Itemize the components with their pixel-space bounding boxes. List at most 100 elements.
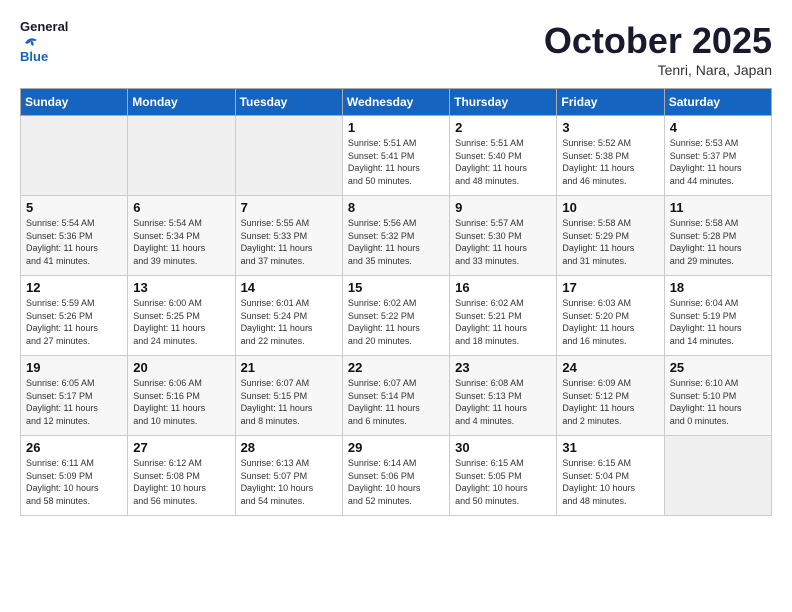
day-info: Sunrise: 6:02 AM Sunset: 5:22 PM Dayligh… — [348, 297, 444, 347]
calendar-cell: 19 Sunrise: 6:05 AM Sunset: 5:17 PM Dayli… — [21, 356, 128, 436]
day-info: Sunrise: 6:06 AM Sunset: 5:16 PM Dayligh… — [133, 377, 229, 427]
day-number: 2 — [455, 120, 551, 135]
weekday-header: Tuesday — [235, 89, 342, 116]
day-info: Sunrise: 6:08 AM Sunset: 5:13 PM Dayligh… — [455, 377, 551, 427]
day-info: Sunrise: 5:58 AM Sunset: 5:29 PM Dayligh… — [562, 217, 658, 267]
calendar-cell — [21, 116, 128, 196]
day-info: Sunrise: 6:03 AM Sunset: 5:20 PM Dayligh… — [562, 297, 658, 347]
calendar-cell: 25Sunrise: 6:10 AM Sunset: 5:10 PM Dayli… — [664, 356, 771, 436]
day-info: Sunrise: 6:01 AM Sunset: 5:24 PM Dayligh… — [241, 297, 337, 347]
day-info: Sunrise: 6:10 AM Sunset: 5:10 PM Dayligh… — [670, 377, 766, 427]
day-info: Sunrise: 5:59 AM Sunset: 5:26 PM Dayligh… — [26, 297, 122, 347]
day-number: 19 — [26, 360, 122, 375]
day-info: Sunrise: 6:05 AM Sunset: 5:17 PM Dayligh… — [26, 377, 122, 427]
day-info: Sunrise: 6:12 AM Sunset: 5:08 PM Dayligh… — [133, 457, 229, 507]
day-number: 5 — [26, 200, 122, 215]
calendar-cell: 12 Sunrise: 5:59 AM Sunset: 5:26 PM Dayli… — [21, 276, 128, 356]
calendar-cell: 6Sunrise: 5:54 AM Sunset: 5:34 PM Daylig… — [128, 196, 235, 276]
calendar-cell: 4 Sunrise: 5:53 AM Sunset: 5:37 PM Daylig… — [664, 116, 771, 196]
calendar-cell: 13 Sunrise: 6:00 AM Sunset: 5:25 PM Dayli… — [128, 276, 235, 356]
day-info: Sunrise: 5:51 AM Sunset: 5:40 PM Dayligh… — [455, 137, 551, 187]
day-info: Sunrise: 5:58 AM Sunset: 5:28 PM Dayligh… — [670, 217, 766, 267]
location: Tenri, Nara, Japan — [544, 62, 772, 78]
day-number: 17 — [562, 280, 658, 295]
day-info: Sunrise: 5:51 AM Sunset: 5:41 PM Dayligh… — [348, 137, 444, 187]
calendar-header-row: SundayMondayTuesdayWednesdayThursdayFrid… — [21, 89, 772, 116]
day-info: Sunrise: 6:00 AM Sunset: 5:25 PM Dayligh… — [133, 297, 229, 347]
weekday-header: Sunday — [21, 89, 128, 116]
day-number: 9 — [455, 200, 551, 215]
day-number: 7 — [241, 200, 337, 215]
calendar-week-row: 19 Sunrise: 6:05 AM Sunset: 5:17 PM Dayli… — [21, 356, 772, 436]
day-number: 13 — [133, 280, 229, 295]
calendar-body: 1 Sunrise: 5:51 AM Sunset: 5:41 PM Daylig… — [21, 116, 772, 516]
day-number: 24 — [562, 360, 658, 375]
calendar-cell: 3Sunrise: 5:52 AM Sunset: 5:38 PM Daylig… — [557, 116, 664, 196]
day-number: 27 — [133, 440, 229, 455]
calendar-cell: 28Sunrise: 6:13 AM Sunset: 5:07 PM Dayli… — [235, 436, 342, 516]
day-info: Sunrise: 5:57 AM Sunset: 5:30 PM Dayligh… — [455, 217, 551, 267]
calendar-table: SundayMondayTuesdayWednesdayThursdayFrid… — [20, 88, 772, 516]
calendar-cell: 16 Sunrise: 6:02 AM Sunset: 5:21 PM Dayli… — [450, 276, 557, 356]
day-number: 16 — [455, 280, 551, 295]
calendar-cell: 5 Sunrise: 5:54 AM Sunset: 5:36 PM Daylig… — [21, 196, 128, 276]
day-number: 4 — [670, 120, 766, 135]
calendar-week-row: 5 Sunrise: 5:54 AM Sunset: 5:36 PM Daylig… — [21, 196, 772, 276]
day-number: 28 — [241, 440, 337, 455]
calendar-cell: 11 Sunrise: 5:58 AM Sunset: 5:28 PM Dayli… — [664, 196, 771, 276]
calendar-cell: 15 Sunrise: 6:02 AM Sunset: 5:22 PM Dayli… — [342, 276, 449, 356]
day-number: 18 — [670, 280, 766, 295]
day-number: 12 — [26, 280, 122, 295]
day-number: 15 — [348, 280, 444, 295]
page-header: General Blue October 2025 Tenri, Nara, J… — [20, 20, 772, 78]
weekday-header: Thursday — [450, 89, 557, 116]
day-number: 31 — [562, 440, 658, 455]
day-number: 22 — [348, 360, 444, 375]
calendar-cell: 31 Sunrise: 6:15 AM Sunset: 5:04 PM Dayli… — [557, 436, 664, 516]
day-info: Sunrise: 5:55 AM Sunset: 5:33 PM Dayligh… — [241, 217, 337, 267]
day-number: 20 — [133, 360, 229, 375]
calendar-cell: 7 Sunrise: 5:55 AM Sunset: 5:33 PM Daylig… — [235, 196, 342, 276]
weekday-header: Saturday — [664, 89, 771, 116]
day-info: Sunrise: 5:56 AM Sunset: 5:32 PM Dayligh… — [348, 217, 444, 267]
day-number: 29 — [348, 440, 444, 455]
calendar-cell: 26Sunrise: 6:11 AM Sunset: 5:09 PM Dayli… — [21, 436, 128, 516]
day-info: Sunrise: 6:02 AM Sunset: 5:21 PM Dayligh… — [455, 297, 551, 347]
calendar-cell: 14 Sunrise: 6:01 AM Sunset: 5:24 PM Dayli… — [235, 276, 342, 356]
day-info: Sunrise: 6:15 AM Sunset: 5:04 PM Dayligh… — [562, 457, 658, 507]
day-number: 6 — [133, 200, 229, 215]
day-number: 14 — [241, 280, 337, 295]
day-number: 30 — [455, 440, 551, 455]
day-number: 21 — [241, 360, 337, 375]
calendar-week-row: 1 Sunrise: 5:51 AM Sunset: 5:41 PM Daylig… — [21, 116, 772, 196]
logo-general: General — [20, 19, 68, 34]
day-info: Sunrise: 6:07 AM Sunset: 5:14 PM Dayligh… — [348, 377, 444, 427]
day-info: Sunrise: 5:53 AM Sunset: 5:37 PM Dayligh… — [670, 137, 766, 187]
calendar-cell: 18Sunrise: 6:04 AM Sunset: 5:19 PM Dayli… — [664, 276, 771, 356]
calendar-cell: 30 Sunrise: 6:15 AM Sunset: 5:05 PM Dayli… — [450, 436, 557, 516]
calendar-cell: 29 Sunrise: 6:14 AM Sunset: 5:06 PM Dayli… — [342, 436, 449, 516]
day-number: 23 — [455, 360, 551, 375]
day-info: Sunrise: 6:14 AM Sunset: 5:06 PM Dayligh… — [348, 457, 444, 507]
day-number: 11 — [670, 200, 766, 215]
weekday-header: Friday — [557, 89, 664, 116]
day-info: Sunrise: 6:11 AM Sunset: 5:09 PM Dayligh… — [26, 457, 122, 507]
calendar-week-row: 12 Sunrise: 5:59 AM Sunset: 5:26 PM Dayli… — [21, 276, 772, 356]
calendar-cell: 8 Sunrise: 5:56 AM Sunset: 5:32 PM Daylig… — [342, 196, 449, 276]
calendar-cell: 24Sunrise: 6:09 AM Sunset: 5:12 PM Dayli… — [557, 356, 664, 436]
day-number: 8 — [348, 200, 444, 215]
logo-bird-icon — [21, 37, 37, 49]
calendar-cell: 9 Sunrise: 5:57 AM Sunset: 5:30 PM Daylig… — [450, 196, 557, 276]
day-info: Sunrise: 5:54 AM Sunset: 5:36 PM Dayligh… — [26, 217, 122, 267]
day-number: 1 — [348, 120, 444, 135]
calendar-week-row: 26Sunrise: 6:11 AM Sunset: 5:09 PM Dayli… — [21, 436, 772, 516]
day-info: Sunrise: 6:15 AM Sunset: 5:05 PM Dayligh… — [455, 457, 551, 507]
calendar-cell — [664, 436, 771, 516]
title-block: October 2025 Tenri, Nara, Japan — [544, 20, 772, 78]
calendar-cell — [128, 116, 235, 196]
day-info: Sunrise: 5:52 AM Sunset: 5:38 PM Dayligh… — [562, 137, 658, 187]
calendar-cell — [235, 116, 342, 196]
logo-blue: Blue — [20, 50, 58, 65]
calendar-cell: 1 Sunrise: 5:51 AM Sunset: 5:41 PM Daylig… — [342, 116, 449, 196]
calendar-cell: 23 Sunrise: 6:08 AM Sunset: 5:13 PM Dayli… — [450, 356, 557, 436]
